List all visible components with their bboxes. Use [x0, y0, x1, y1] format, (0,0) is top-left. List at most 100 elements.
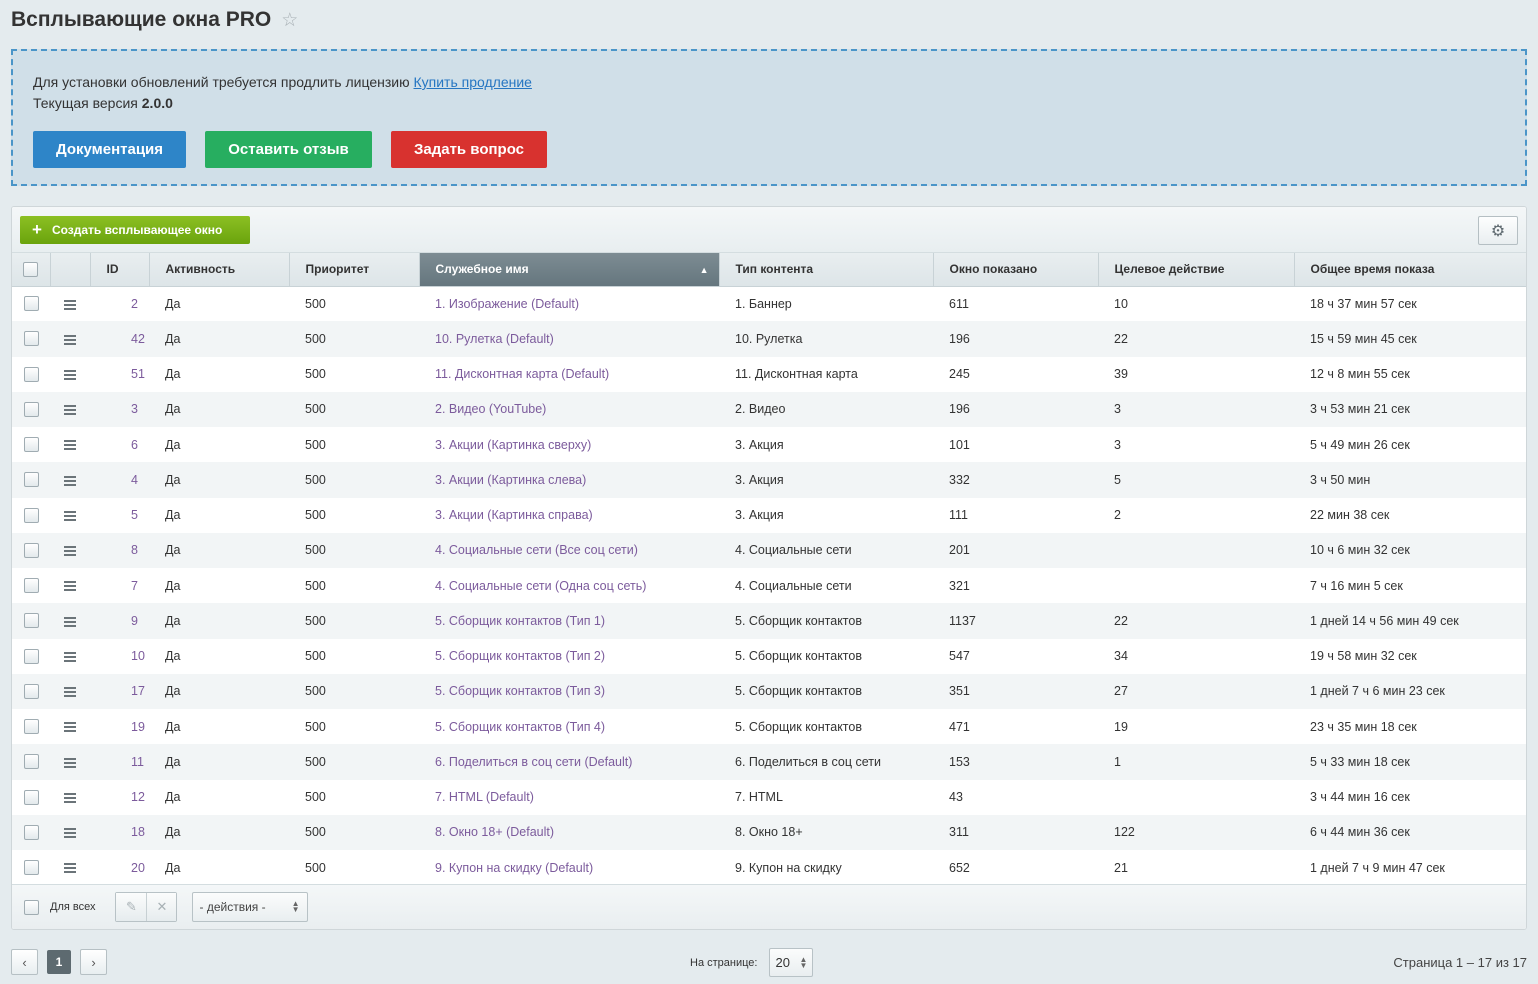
per-page-select[interactable]: 20 ▲ ▼	[769, 948, 814, 977]
id-link[interactable]: 18	[131, 825, 145, 839]
table-row[interactable]: 17 Да 500 5. Сборщик контактов (Тип 3) 5. Сб…	[12, 673, 1526, 709]
column-header-id[interactable]: ID	[90, 253, 150, 287]
id-link[interactable]: 8	[131, 543, 138, 557]
hamburger-icon[interactable]	[64, 722, 76, 733]
hamburger-icon[interactable]	[64, 299, 76, 310]
service-name-link[interactable]: 4. Социальные сети (Одна соц сеть)	[435, 579, 646, 593]
hamburger-icon[interactable]	[64, 369, 76, 380]
id-link[interactable]: 42	[131, 332, 145, 346]
id-link[interactable]: 6	[131, 438, 138, 452]
table-row[interactable]: 2 Да 500 1. Изображение (Default) 1. Баннер 6…	[12, 286, 1526, 322]
service-name-link[interactable]: 10. Рулетка (Default)	[435, 332, 554, 346]
service-name-link[interactable]: 5. Сборщик контактов (Тип 1)	[435, 614, 605, 628]
service-name-link[interactable]: 5. Сборщик контактов (Тип 2)	[435, 649, 605, 663]
row-checkbox[interactable]	[23, 824, 39, 840]
table-row[interactable]: 4 Да 500 3. Акции (Картинка слева) 3. Акция 3…	[12, 462, 1526, 498]
id-link[interactable]: 12	[131, 790, 145, 804]
hamburger-icon[interactable]	[64, 863, 76, 874]
id-link[interactable]: 3	[131, 402, 138, 416]
hamburger-icon[interactable]	[64, 334, 76, 345]
table-row[interactable]: 18 Да 500 8. Окно 18+ (Default) 8. Окно 18+ 3…	[12, 814, 1526, 850]
id-link[interactable]: 11	[131, 755, 144, 769]
table-row[interactable]: 19 Да 500 5. Сборщик контактов (Тип 4) 5. Сб…	[12, 709, 1526, 745]
id-link[interactable]: 4	[131, 473, 138, 487]
create-popup-button[interactable]: + Создать всплывающее окно	[20, 216, 250, 244]
service-name-link[interactable]: 6. Поделиться в соц сети (Default)	[435, 755, 632, 769]
column-header-shown[interactable]: Окно показано	[933, 253, 1099, 287]
row-checkbox[interactable]	[23, 507, 39, 523]
row-checkbox[interactable]	[23, 401, 39, 417]
service-name-link[interactable]: 3. Акции (Картинка справа)	[435, 508, 593, 522]
row-checkbox[interactable]	[23, 472, 39, 488]
service-name-link[interactable]: 11. Дисконтная карта (Default)	[435, 367, 609, 381]
actions-select[interactable]: - действия - ▲ ▼	[192, 892, 309, 922]
pencil-icon[interactable]: ✎	[116, 893, 147, 921]
hamburger-icon[interactable]	[64, 687, 76, 698]
id-link[interactable]: 20	[131, 861, 145, 875]
id-link[interactable]: 9	[131, 614, 138, 628]
column-header-target-action[interactable]: Целевое действие	[1098, 253, 1295, 287]
buy-renewal-link[interactable]: Купить продление	[413, 74, 531, 90]
table-row[interactable]: 12 Да 500 7. HTML (Default) 7. HTML 43 3 ч 44 …	[12, 779, 1526, 815]
row-checkbox[interactable]	[23, 648, 39, 664]
hamburger-icon[interactable]	[64, 651, 76, 662]
column-header-service-name[interactable]: Служебное имя ▲	[419, 253, 720, 287]
service-name-link[interactable]: 8. Окно 18+ (Default)	[435, 825, 554, 839]
service-name-link[interactable]: 9. Купон на скидку (Default)	[435, 861, 593, 875]
table-row[interactable]: 20 Да 500 9. Купон на скидку (Default) 9. Ку…	[12, 850, 1526, 886]
row-checkbox[interactable]	[23, 366, 39, 382]
column-header-total-time[interactable]: Общее время показа	[1294, 253, 1526, 287]
service-name-link[interactable]: 5. Сборщик контактов (Тип 3)	[435, 684, 605, 698]
service-name-link[interactable]: 1. Изображение (Default)	[435, 297, 579, 311]
table-row[interactable]: 5 Да 500 3. Акции (Картинка справа) 3. Акция…	[12, 497, 1526, 533]
row-checkbox[interactable]	[23, 719, 39, 735]
star-icon[interactable]: ☆	[281, 11, 298, 30]
table-row[interactable]: 8 Да 500 4. Социальные сети (Все соц сети) 4…	[12, 532, 1526, 568]
close-icon[interactable]: ✕	[146, 893, 177, 921]
hamburger-icon[interactable]	[64, 581, 76, 592]
leave-review-button[interactable]: Оставить отзыв	[205, 131, 372, 168]
chevron-right-icon[interactable]: ›	[80, 949, 107, 975]
table-row[interactable]: 11 Да 500 6. Поделиться в соц сети (Default…	[12, 744, 1526, 780]
table-row[interactable]: 42 Да 500 10. Рулетка (Default) 10. Рулетка 1…	[12, 321, 1526, 357]
column-header-activity[interactable]: Активность	[149, 253, 290, 287]
hamburger-icon[interactable]	[64, 757, 76, 768]
hamburger-icon[interactable]	[64, 440, 76, 451]
row-checkbox[interactable]	[23, 331, 39, 347]
hamburger-icon[interactable]	[64, 546, 76, 557]
table-row[interactable]: 6 Да 500 3. Акции (Картинка сверху) 3. Акция…	[12, 427, 1526, 463]
hamburger-icon[interactable]	[64, 475, 76, 486]
gear-icon[interactable]: ⚙	[1478, 216, 1518, 245]
id-link[interactable]: 5	[131, 508, 138, 522]
select-all-checkbox[interactable]	[23, 261, 39, 277]
column-header-content-type[interactable]: Тип контента	[719, 253, 934, 287]
id-link[interactable]: 17	[131, 684, 145, 698]
table-row[interactable]: 7 Да 500 4. Социальные сети (Одна соц сеть)…	[12, 568, 1526, 604]
row-checkbox[interactable]	[23, 437, 39, 453]
service-name-link[interactable]: 7. HTML (Default)	[435, 790, 534, 804]
column-header-priority[interactable]: Приоритет	[289, 253, 420, 287]
service-name-link[interactable]: 3. Акции (Картинка сверху)	[435, 438, 591, 452]
table-row[interactable]: 9 Да 500 5. Сборщик контактов (Тип 1) 5. Сбо…	[12, 603, 1526, 639]
table-row[interactable]: 51 Да 500 11. Дисконтная карта (Default) 11.…	[12, 356, 1526, 392]
documentation-button[interactable]: Документация	[33, 131, 186, 168]
ask-question-button[interactable]: Задать вопрос	[391, 131, 547, 168]
row-checkbox[interactable]	[23, 683, 39, 699]
hamburger-icon[interactable]	[64, 828, 76, 839]
hamburger-icon[interactable]	[64, 616, 76, 627]
row-checkbox[interactable]	[23, 613, 39, 629]
page-number-current[interactable]: 1	[47, 950, 71, 974]
hamburger-icon[interactable]	[64, 510, 76, 521]
row-checkbox[interactable]	[23, 542, 39, 558]
table-row[interactable]: 10 Да 500 5. Сборщик контактов (Тип 2) 5. Сб…	[12, 638, 1526, 674]
row-checkbox[interactable]	[23, 789, 39, 805]
id-link[interactable]: 2	[131, 297, 138, 311]
service-name-link[interactable]: 5. Сборщик контактов (Тип 4)	[435, 720, 605, 734]
table-row[interactable]: 3 Да 500 2. Видео (YouTube) 2. Видео 196 3 3 ч …	[12, 391, 1526, 427]
chevron-left-icon[interactable]: ‹	[11, 949, 38, 975]
service-name-link[interactable]: 3. Акции (Картинка слева)	[435, 473, 586, 487]
service-name-link[interactable]: 4. Социальные сети (Все соц сети)	[435, 543, 638, 557]
row-checkbox[interactable]	[23, 754, 39, 770]
service-name-link[interactable]: 2. Видео (YouTube)	[435, 402, 546, 416]
row-checkbox[interactable]	[23, 296, 39, 312]
